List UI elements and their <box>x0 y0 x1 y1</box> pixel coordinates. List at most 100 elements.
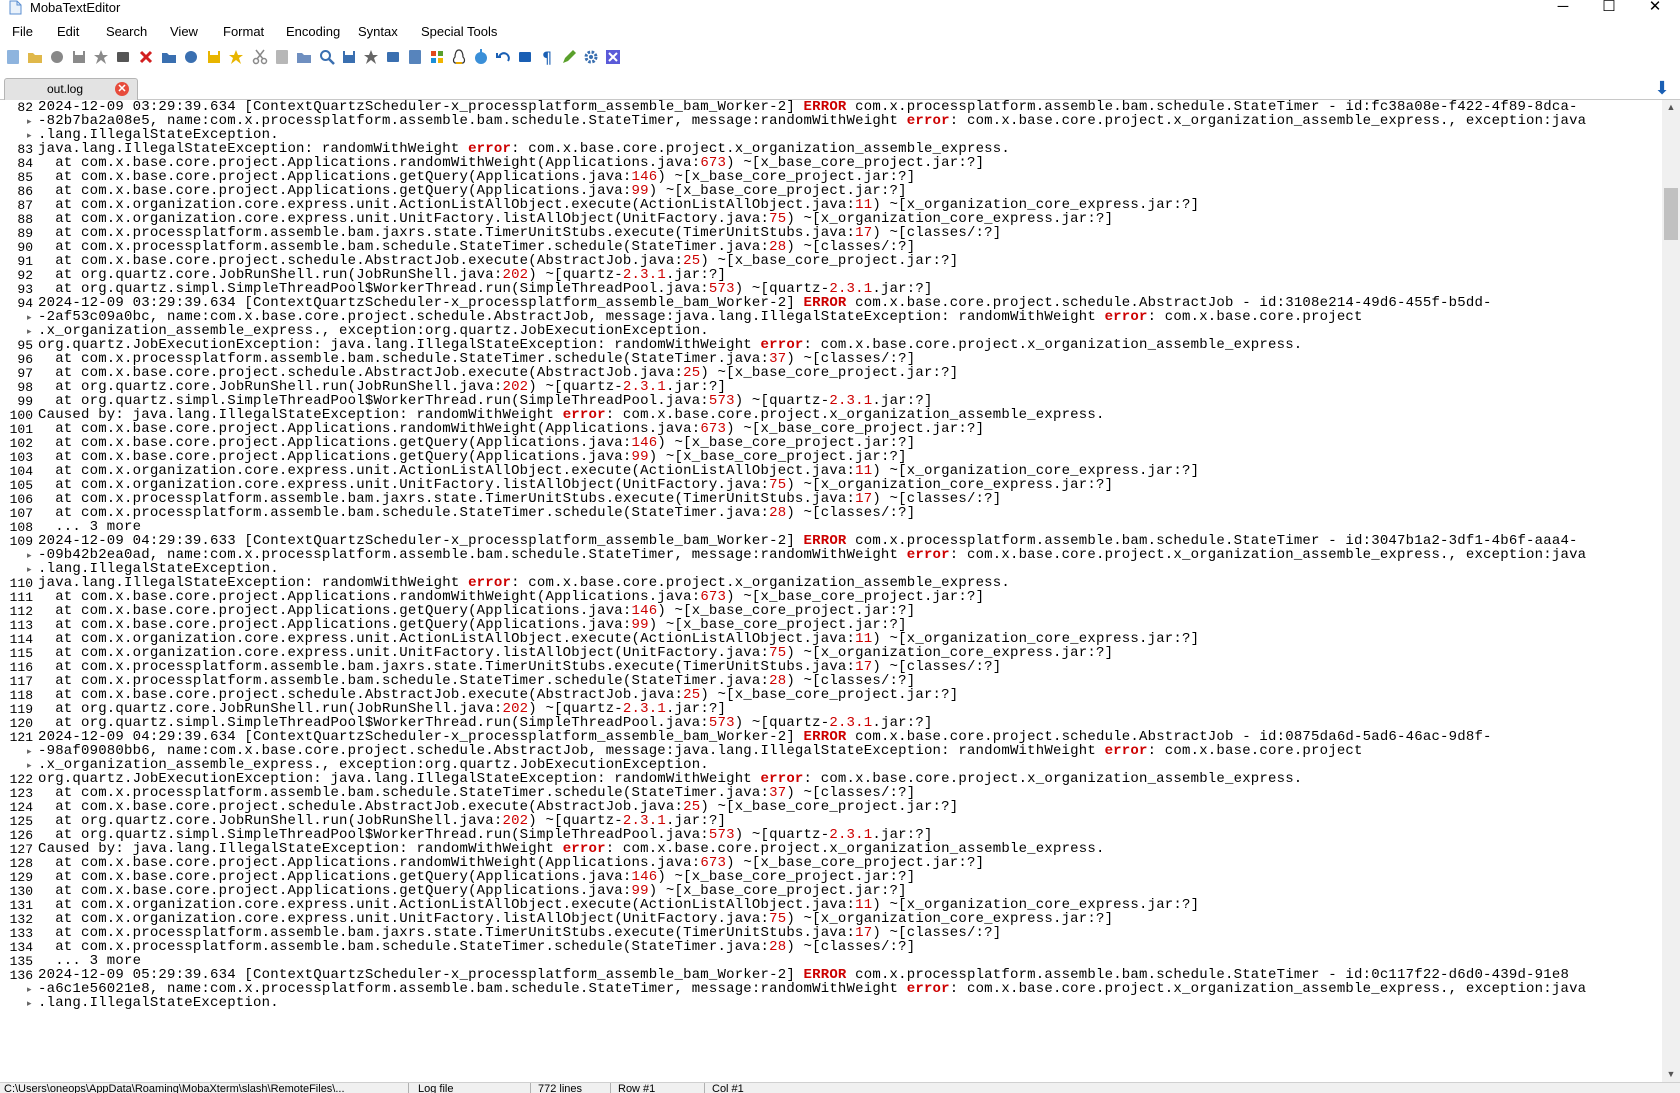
line-number: 111 <box>9 590 33 605</box>
window-title: MobaTextEditor <box>30 0 121 15</box>
maximize-button[interactable]: ☐ <box>1586 0 1632 16</box>
split-view-icon[interactable] <box>516 48 534 66</box>
error-keyword: error <box>906 547 950 563</box>
error-keyword: error <box>906 113 950 129</box>
open-folder-icon[interactable] <box>26 48 44 66</box>
menu-format[interactable]: Format <box>223 24 264 40</box>
unindent-icon[interactable] <box>182 48 200 66</box>
line-number: 130 <box>9 884 33 899</box>
cut-icon[interactable] <box>251 48 269 66</box>
error-keyword: error <box>1104 309 1148 325</box>
search-icon[interactable] <box>318 48 336 66</box>
line-number: 89 <box>17 226 33 241</box>
menu-file[interactable]: File <box>12 24 33 40</box>
line-number: 83 <box>17 142 33 157</box>
code-text: : com.x.base.core.project.x_organization… <box>949 981 1587 997</box>
code-text: ) ~[x_base_core_project.jar:?] <box>700 799 959 815</box>
tab-strip: out.log ✕ <box>0 76 1680 100</box>
line-number: 107 <box>9 506 33 521</box>
close-panel-icon[interactable] <box>604 48 622 66</box>
line-number: 117 <box>9 674 33 689</box>
wrap-continuation-icon: ▸ <box>27 326 32 336</box>
line-number: 114 <box>9 632 33 647</box>
line-number: 120 <box>9 716 33 731</box>
save-all-icon[interactable] <box>92 48 110 66</box>
menu-special-tools[interactable]: Special Tools <box>421 24 497 40</box>
recent-icon[interactable] <box>48 48 66 66</box>
line-number: 91 <box>17 254 33 269</box>
scroll-up-icon[interactable]: ▲ <box>1662 100 1680 115</box>
title-bar: MobaTextEditor ─ ☐ ✕ <box>0 0 1680 16</box>
line-number: 103 <box>9 450 33 465</box>
bookmark-next-icon[interactable] <box>227 48 245 66</box>
close-window-button[interactable]: ✕ <box>1632 0 1678 16</box>
print-icon[interactable] <box>114 48 132 66</box>
line-number: 87 <box>17 198 33 213</box>
compare-icon[interactable] <box>384 48 402 66</box>
close-tab-icon[interactable]: ✕ <box>115 82 129 96</box>
code-text: : com.x.base.core.project.x_organization… <box>949 547 1587 563</box>
number-token: 28 <box>769 505 787 521</box>
close-file-icon[interactable] <box>137 48 155 66</box>
menu-syntax[interactable]: Syntax <box>358 24 398 40</box>
menu-search[interactable]: Search <box>106 24 147 40</box>
line-number: 110 <box>9 576 33 591</box>
wrap-continuation-icon: ▸ <box>27 550 32 560</box>
menu-encoding[interactable]: Encoding <box>286 24 340 40</box>
code-line: at com.x.processplatform.assemble.bam.sc… <box>38 940 915 955</box>
code-text: : com.x.base.core.project <box>1147 743 1363 759</box>
wrap-continuation-icon: ▸ <box>27 746 32 756</box>
line-number: 124 <box>9 800 33 815</box>
code-text: at com.x.processplatform.assemble.bam.sc… <box>38 505 770 521</box>
error-keyword: error <box>906 981 950 997</box>
line-number: 126 <box>9 828 33 843</box>
line-number: 122 <box>9 772 33 787</box>
line-number: 132 <box>9 912 33 927</box>
line-number: 95 <box>17 338 33 353</box>
line-number: 136 <box>9 968 33 983</box>
linux-icon[interactable] <box>450 48 468 66</box>
windows-logo-icon[interactable] <box>428 48 446 66</box>
menu-edit[interactable]: Edit <box>57 24 79 40</box>
paste-icon[interactable] <box>295 48 313 66</box>
tab-out-log[interactable]: out.log ✕ <box>4 78 138 100</box>
line-number: 131 <box>9 898 33 913</box>
line-number: 98 <box>17 380 33 395</box>
line-number: 94 <box>17 296 33 311</box>
settings-icon[interactable] <box>582 48 600 66</box>
line-number: 93 <box>17 282 33 297</box>
minimize-button[interactable]: ─ <box>1540 0 1586 16</box>
text-editor[interactable]: 82 ▸ ▸ 83 84 85 86 87 88 89 90 91 92 93 94 ▸ ▸ 95 96 97 98 99… <box>0 100 1662 1082</box>
line-number: 84 <box>17 156 33 171</box>
line-number: 112 <box>9 604 33 619</box>
wrap-continuation-icon: ▸ <box>27 116 32 126</box>
scroll-to-end-icon[interactable]: ⬇ <box>1652 78 1672 98</box>
undo-icon[interactable] <box>494 48 512 66</box>
scrollbar-thumb[interactable] <box>1664 188 1678 240</box>
indent-icon[interactable] <box>160 48 178 66</box>
menu-view[interactable]: View <box>170 24 198 40</box>
select-all-icon[interactable] <box>362 48 380 66</box>
new-file-icon[interactable] <box>4 48 22 66</box>
highlight-icon[interactable] <box>560 48 578 66</box>
error-keyword: error <box>1104 743 1148 759</box>
code-text: .lang.IllegalStateException. <box>38 995 279 1011</box>
wrap-continuation-icon: ▸ <box>27 312 32 322</box>
line-number: 113 <box>9 618 33 633</box>
pilcrow-icon[interactable]: ¶ <box>538 48 556 66</box>
code-text: ) ~[classes/:?] <box>786 939 916 955</box>
windows-icon[interactable] <box>406 48 424 66</box>
scroll-down-icon[interactable]: ▼ <box>1662 1067 1680 1082</box>
copy-icon[interactable] <box>273 48 291 66</box>
line-number: 129 <box>9 870 33 885</box>
line-number: 123 <box>9 786 33 801</box>
code-text: : com.x.base.core.project <box>1147 309 1363 325</box>
save-icon[interactable] <box>70 48 88 66</box>
toolbar: ¶ <box>0 45 1680 71</box>
apple-icon[interactable] <box>472 48 490 66</box>
line-number: 105 <box>9 478 33 493</box>
vertical-scrollbar[interactable]: ▲ ▼ <box>1662 100 1680 1082</box>
replace-icon[interactable] <box>340 48 358 66</box>
line-number: 106 <box>9 492 33 507</box>
bookmark-icon[interactable] <box>205 48 223 66</box>
